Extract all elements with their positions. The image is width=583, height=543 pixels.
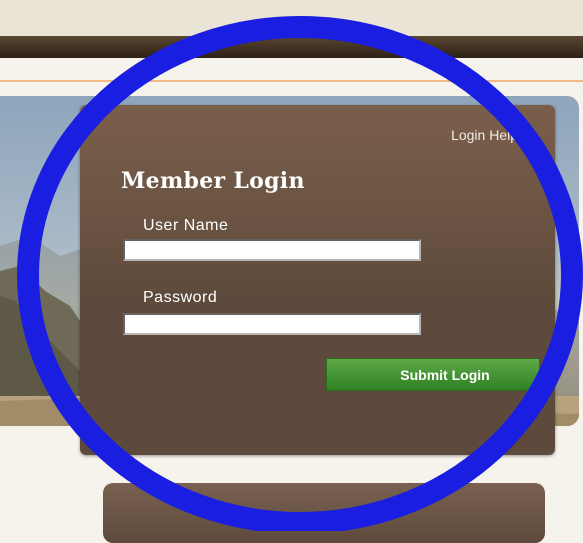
password-input[interactable] [123, 313, 421, 335]
header-bar [0, 36, 583, 58]
accent-rule [0, 80, 583, 82]
password-label: Password [143, 289, 218, 306]
login-help-link[interactable]: Login Help [451, 127, 518, 143]
username-input[interactable] [123, 239, 421, 261]
secondary-panel [103, 483, 545, 543]
member-login-panel: Login Help Member Login User Name Passwo… [80, 105, 555, 455]
submit-login-button[interactable]: Submit Login [326, 358, 540, 391]
username-label: User Name [143, 217, 229, 234]
login-title: Member Login [121, 168, 305, 194]
top-band [0, 0, 583, 36]
